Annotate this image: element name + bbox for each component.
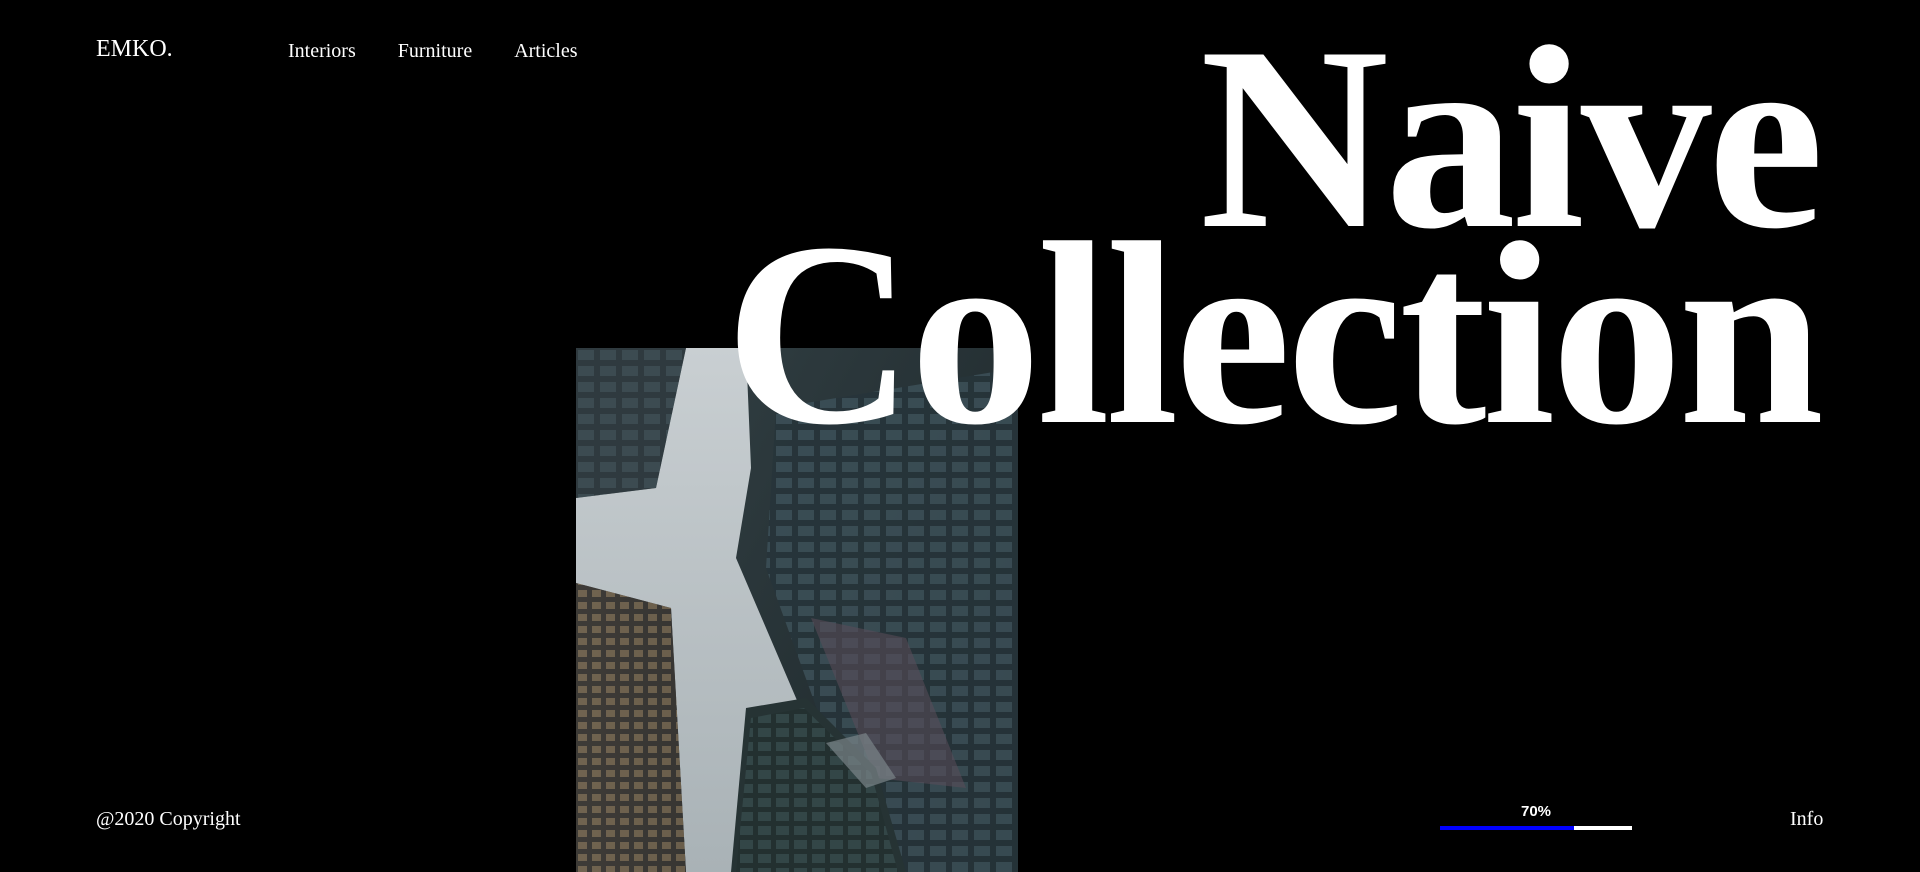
progress-track bbox=[1440, 826, 1632, 830]
hero-title: Naive Collection bbox=[420, 7, 1824, 479]
progress-fill bbox=[1440, 826, 1575, 830]
copyright-text: @2020 Copyright bbox=[96, 808, 241, 830]
progress-indicator: 70% bbox=[1440, 800, 1632, 832]
nav-item-interiors[interactable]: Interiors bbox=[288, 38, 356, 64]
hero-title-line2: Collection bbox=[724, 189, 1824, 479]
brand-logo[interactable]: EMKO. bbox=[96, 34, 173, 64]
info-link[interactable]: Info bbox=[1790, 806, 1823, 832]
progress-label: 70% bbox=[1520, 803, 1552, 820]
